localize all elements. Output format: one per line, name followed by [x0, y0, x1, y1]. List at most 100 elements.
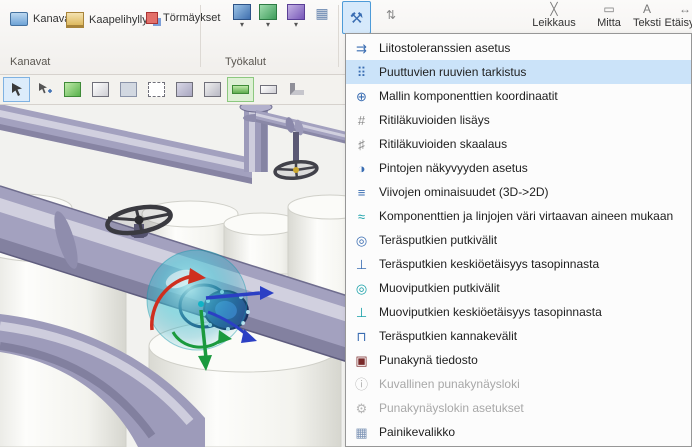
tools-menu-button[interactable]: ⚒ — [342, 1, 371, 34]
corner-section-icon — [290, 83, 304, 95]
menu-item-label: Punakynäyslokin asetukset — [379, 401, 524, 415]
corner-section-button[interactable] — [283, 77, 310, 102]
group-divider — [200, 5, 201, 67]
menu-item[interactable]: ⊓ Teräsputkien kannakevälit — [346, 324, 691, 348]
menu-item-label: Puuttuvien ruuvien tarkistus — [379, 65, 526, 79]
menu-item-label: Teräsputkien kannakevälit — [379, 329, 517, 343]
wire-box-button[interactable] — [143, 77, 170, 102]
tolerance-icon: ⇉ — [353, 42, 370, 55]
measure-button[interactable]: ▭ Mitta — [589, 2, 629, 29]
dropdown-menu: ⇉ Liitostoleranssien asetus ⠿ Puuttuvien… — [345, 33, 692, 447]
select-cursor-icon — [9, 81, 25, 97]
grid-tool-icon: ▦ — [314, 6, 330, 20]
menu-item[interactable]: ⇉ Liitostoleranssien asetus — [346, 36, 691, 60]
menu-item[interactable]: ▣ Punakynä tiedosto — [346, 348, 691, 372]
redline-log-icon: ⓘ — [353, 378, 370, 391]
routing-tool-icon — [287, 4, 305, 20]
component-tool-button[interactable]: ▾ — [230, 4, 254, 29]
menu-item-label: Liitostoleranssien asetus — [379, 41, 510, 55]
menu-item-label: Punakynä tiedosto — [379, 353, 478, 367]
text-icon: A — [643, 2, 651, 16]
distance-icon: ↔ — [679, 2, 691, 16]
menu-item-label: Ritiläkuvioiden skaalaus — [379, 137, 507, 151]
menu-item-label: Teräsputkien putkivälit — [379, 233, 497, 247]
shaded-box-icon — [204, 82, 221, 97]
fitting-tool-button[interactable]: ▾ — [256, 4, 280, 29]
component-tool-icon — [233, 4, 251, 20]
menu-item-highlighted[interactable]: ⠿ Puuttuvien ruuvien tarkistus — [346, 60, 691, 84]
white-slab-button[interactable] — [255, 77, 282, 102]
menu-item[interactable]: ♯ Ritiläkuvioiden skaalaus — [346, 132, 691, 156]
select-cursor-button[interactable] — [3, 77, 30, 102]
menu-item[interactable]: # Ritiläkuvioiden lisäys — [346, 108, 691, 132]
wire-box-icon — [148, 82, 165, 97]
white-box-icon — [92, 82, 109, 97]
menu-item-label: Muoviputkien keskiöetäisyys tasopinnasta — [379, 305, 602, 319]
white-box-button[interactable] — [87, 77, 114, 102]
green-box-button[interactable] — [59, 77, 86, 102]
chevron-down-icon: ▾ — [266, 21, 270, 29]
green-box-icon — [64, 82, 81, 97]
button-label: Mitta — [597, 17, 621, 29]
menu-item[interactable]: ⊥ Muoviputkien keskiöetäisyys tasopinnas… — [346, 300, 691, 324]
group-label-tyokalut: Työkalut — [225, 56, 266, 68]
green-slab-icon — [232, 85, 249, 94]
menu-item-disabled: ⓘ Kuvallinen punakynäysloki — [346, 372, 691, 396]
glass-box-button[interactable] — [115, 77, 142, 102]
menu-item-label: Teräsputkien keskiöetäisyys tasopinnasta — [379, 257, 599, 271]
button-label: Etäisyys — [665, 17, 692, 29]
section-cut-button[interactable]: ╳ Leikkaus — [527, 2, 581, 29]
ribbon-button-label: Törmäykset — [163, 12, 220, 24]
white-slab-icon — [260, 85, 277, 94]
ribbon-button-tormaykset[interactable]: Törmäykset — [140, 8, 226, 28]
menu-item-label: Muoviputkien putkivälit — [379, 281, 500, 295]
menu-item[interactable]: ◎ Teräsputkien putkivälit — [346, 228, 691, 252]
chevron-down-icon: ▾ — [294, 21, 298, 29]
plastic-pipe-offset-icon: ⊥ — [353, 306, 370, 319]
view-toolbar — [0, 74, 347, 105]
menu-item-label: Viivojen ominaisuudet (3D->2D) — [379, 185, 549, 199]
steel-pipe-spacing-icon: ◎ — [353, 234, 370, 247]
menu-item[interactable]: ≡ Viivojen ominaisuudet (3D->2D) — [346, 180, 691, 204]
chevron-down-icon: ▾ — [240, 21, 244, 29]
grid-tool-button[interactable]: ▦ — [310, 6, 334, 20]
save-icon: ▣ — [353, 354, 370, 367]
fitting-tool-icon — [259, 4, 277, 20]
gizmo-center-handle[interactable] — [198, 301, 204, 307]
section-cut-icon: ╳ — [550, 2, 557, 16]
solid-box-button[interactable] — [171, 77, 198, 102]
solid-box-icon — [176, 82, 193, 97]
plastic-pipe-spacing-icon: ◎ — [353, 282, 370, 295]
duct-icon — [10, 12, 28, 26]
menu-item[interactable]: ◎ Muoviputkien putkivälit — [346, 276, 691, 300]
pick-component-button[interactable] — [31, 77, 58, 102]
routing-tool-button[interactable]: ▾ — [284, 4, 308, 29]
menu-item[interactable]: ◑ Pintojen näkyvyyden asetus — [346, 156, 691, 180]
button-label: Teksti — [633, 17, 661, 29]
selection-sphere — [147, 250, 247, 350]
menu-item-disabled: ⚙ Punakynäyslokin asetukset — [346, 396, 691, 420]
menu-item[interactable]: ≈ Komponenttien ja linjojen väri virtaav… — [346, 204, 691, 228]
menu-item-label: Ritiläkuvioiden lisäys — [379, 113, 490, 127]
distance-button[interactable]: ↔ Etäisyys — [659, 2, 692, 29]
group-divider — [338, 5, 339, 67]
shaded-box-button[interactable] — [199, 77, 226, 102]
stack-arrows-icon[interactable]: ⇅ — [386, 8, 396, 22]
menu-item-label: Pintojen näkyvyyden asetus — [379, 161, 528, 175]
menu-item[interactable]: ▦ Painikevalikko — [346, 420, 691, 444]
menu-item[interactable]: ⊕ Mallin komponenttien koordinaatit — [346, 84, 691, 108]
menu-item-label: Mallin komponenttien koordinaatit — [379, 89, 558, 103]
redline-settings-icon: ⚙ — [353, 402, 370, 415]
grid-scale-icon: ♯ — [353, 138, 370, 151]
grid-add-icon: # — [353, 114, 370, 127]
menu-item-label: Komponenttien ja linjojen väri virtaavan… — [379, 209, 673, 223]
menu-item-label: Painikevalikko — [379, 425, 455, 439]
surface-visibility-icon: ◑ — [353, 162, 370, 175]
green-slab-button[interactable] — [227, 77, 254, 102]
group-label-kanavat: Kanavat — [10, 56, 50, 68]
flow-color-icon: ≈ — [353, 210, 370, 223]
glass-box-icon — [120, 82, 137, 97]
menu-item[interactable]: ⊥ Teräsputkien keskiöetäisyys tasopinnas… — [346, 252, 691, 276]
line-properties-icon: ≡ — [353, 186, 370, 199]
special-tools-icon: ⚒ — [350, 9, 363, 27]
